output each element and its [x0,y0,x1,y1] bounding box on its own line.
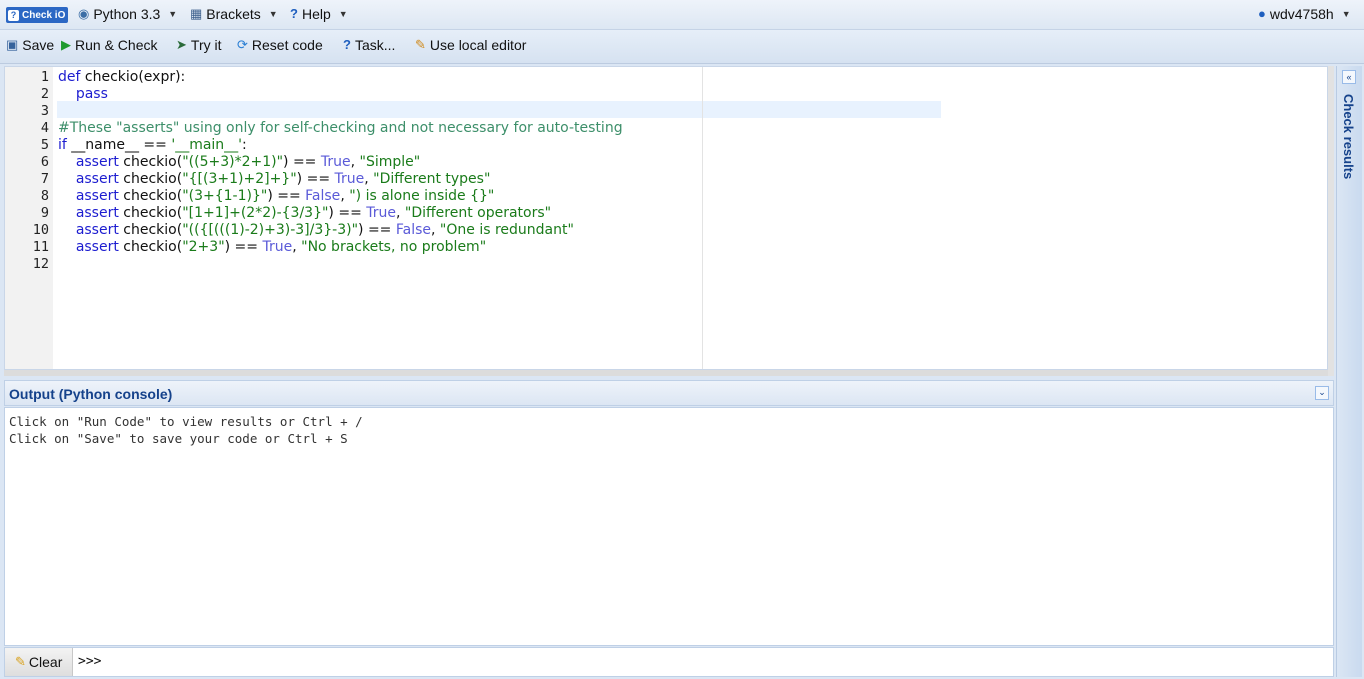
local-editor-button[interactable]: ✎ Use local editor [415,37,526,53]
console-prompt[interactable]: >>> [78,654,101,669]
line-number: 9 [40,205,49,221]
chevron-down-icon: ▼ [338,9,348,19]
line-number: 7 [40,171,49,187]
help-icon: ? [290,6,298,21]
task-button[interactable]: ? Task... [343,37,395,53]
user-icon: ● [1258,6,1266,21]
line-number: 6 [40,154,49,170]
line-number: 11 [32,239,49,255]
expand-icon[interactable]: « [1342,70,1356,84]
line-number: 8 [40,188,49,204]
local-editor-label: Use local editor [429,37,527,53]
mission-menu[interactable]: ▦ Brackets ▼ [190,6,278,22]
code-line: if __name__ == '__main__': [58,137,247,153]
output-line: Click on "Run Code" to view results or C… [9,414,363,429]
clear-label: Clear [28,654,63,670]
output-panel-header: Output (Python console) ⌄ [4,380,1334,406]
line-number: 4 [40,120,49,136]
check-results-title[interactable]: Check results [1341,94,1356,179]
try-it-button[interactable]: ➤ Try it [176,37,222,53]
book-icon: ▦ [190,6,203,21]
code-line: pass [75,86,108,102]
line-number: 10 [32,222,49,238]
line-number: 1 [40,69,49,85]
code-line: assert checkio("[1+1]+(2*2)-{3/3}") == T… [75,205,552,221]
run-check-label: Run & Check [75,37,158,53]
run-check-button[interactable]: ▶ Run & Check [61,37,157,53]
chevron-down-icon: ▼ [1341,9,1351,19]
code-line: assert checkio("{[(3+1)+2]+}") == True, … [75,171,491,187]
help-icon: ? [343,37,351,52]
logo-text: Check iO [22,9,66,21]
refresh-icon: ⟳ [237,37,248,52]
editor-horizontal-scrollbar[interactable] [4,370,1328,376]
task-label: Task... [354,37,396,53]
code-line: assert checkio("((5+3)*2+1)") == True, "… [75,154,421,170]
output-console: Click on "Run Code" to view results or C… [4,407,1334,646]
help-label: Help [301,6,331,22]
editor-vertical-scrollbar[interactable] [1328,66,1334,376]
collapse-icon[interactable]: ⌄ [1315,386,1329,400]
try-it-label: Try it [190,37,222,53]
play-icon: ▶ [61,37,71,52]
chevron-down-icon: ▼ [268,9,278,19]
mission-label: Brackets [206,6,261,22]
menu-bar: ? Check iO ◉ Python 3.3 ▼ ▦ Brackets ▼ ?… [0,0,1364,30]
line-number: 2 [40,86,49,102]
help-menu[interactable]: ? Help ▼ [290,6,348,22]
cursor-icon: ➤ [176,37,187,52]
pencil-icon: ✎ [415,37,426,52]
language-label: Python 3.3 [93,6,161,22]
chevron-down-icon: ▼ [168,9,178,19]
username: wdv4758h [1269,6,1334,22]
python-icon: ◉ [78,6,90,21]
checkio-logo[interactable]: ? Check iO [6,7,68,23]
print-margin [702,67,703,369]
code-line: assert checkio("(3+{1-1)}") == False, ")… [75,188,495,204]
save-label: Save [22,37,55,53]
reset-code-label: Reset code [251,37,323,53]
logo-icon: ? [8,9,19,21]
reset-code-button[interactable]: ⟳ Reset code [237,37,323,53]
language-menu[interactable]: ◉ Python 3.3 ▼ [78,6,177,22]
code-line: def checkio(expr): [58,69,186,85]
active-line-highlight [57,101,941,118]
output-line: Click on "Save" to save your code or Ctr… [9,431,348,446]
line-number: 12 [32,256,49,272]
broom-icon: ✎ [15,654,26,669]
user-menu[interactable]: ● wdv4758h ▼ [1258,6,1351,22]
floppy-disk-icon: ▣ [6,37,19,52]
code-line: #These "asserts" using only for self-che… [58,120,623,136]
code-line: assert checkio("(({[(((1)-2)+3)-3]/3}-3)… [75,222,574,238]
console-input-bar: ✎ Clear >>> [4,647,1334,677]
line-number: 5 [40,137,49,153]
clear-button[interactable]: ✎ Clear [5,648,73,676]
code-editor[interactable]: 1 2 3 4 5 6 7 8 9 10 11 12 def checkio(e… [4,66,1328,370]
toolbar: ▣ Save ▶ Run & Check ➤ Try it ⟳ Reset co… [0,30,1364,64]
check-results-panel[interactable]: « Check results [1336,66,1362,677]
save-button[interactable]: ▣ Save [6,37,54,53]
line-number: 3 [40,103,49,119]
code-line: assert checkio("2+3") == True, "No brack… [75,239,487,255]
output-panel-title: Output (Python console) [9,386,173,402]
